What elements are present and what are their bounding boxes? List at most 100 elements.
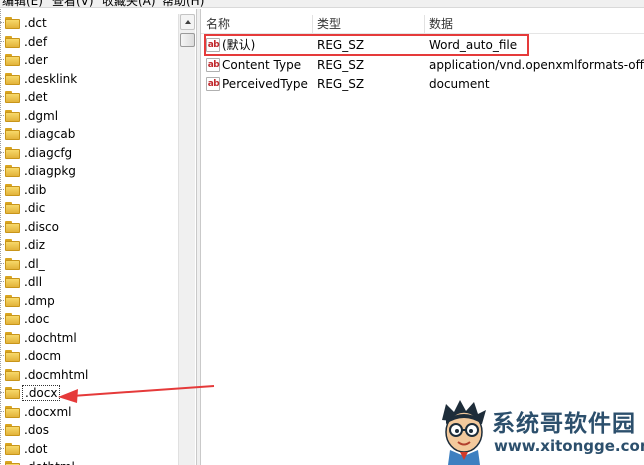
tree-item[interactable]: .disco — [0, 218, 178, 236]
folder-icon — [5, 183, 20, 196]
folder-icon — [5, 165, 20, 177]
tree-connector — [0, 392, 4, 393]
highlight-box-default-value — [204, 34, 529, 56]
tree-connector — [0, 318, 4, 319]
tree-item[interactable]: .diagcab — [0, 125, 178, 143]
scroll-thumb[interactable] — [180, 33, 195, 47]
tree-item-label: .def — [24, 34, 48, 49]
tree-item[interactable]: .diagpkg — [0, 162, 178, 180]
tree-connector — [0, 336, 4, 338]
watermark-title: 系统哥软件园 — [492, 411, 636, 437]
tree-connector — [0, 281, 4, 282]
folder-icon — [5, 387, 20, 399]
tree-item-label: .diz — [24, 238, 46, 252]
tree-item[interactable]: .dothtml — [0, 458, 178, 465]
menu-view[interactable]: 查看(V) — [52, 0, 94, 8]
watermark: 系统哥软件园 www.xitongge.com — [436, 398, 644, 465]
tree-vertical-scrollbar[interactable] — [178, 14, 195, 465]
tree-item[interactable]: .docm — [0, 347, 178, 365]
tree-item-label: .dothtml — [24, 460, 75, 465]
tree-item[interactable]: .def — [0, 33, 178, 51]
tree-item-label: .docx — [22, 385, 61, 401]
column-header-data[interactable]: 数据 — [429, 15, 453, 33]
tree-item[interactable]: .dot — [0, 440, 178, 458]
tree-item-label: .desklink — [24, 71, 78, 86]
registry-key-tree[interactable]: .dct .def .der .desklink .det .dgml .diagcab .d… — [0, 9, 196, 465]
tree-item[interactable]: .docx — [0, 384, 178, 402]
folder-icon — [5, 54, 20, 66]
tree-item[interactable]: .dll — [0, 273, 178, 291]
string-value-icon: ab — [206, 77, 220, 91]
tree-connector — [0, 96, 4, 97]
column-separator[interactable] — [424, 15, 425, 33]
tree-item[interactable]: .dgml — [0, 107, 178, 125]
folder-icon — [5, 276, 20, 288]
tree-item[interactable]: .diz — [0, 236, 178, 254]
tree-item-label: .dic — [24, 201, 46, 215]
tree-connector — [0, 170, 4, 171]
folder-icon — [5, 313, 20, 325]
folder-icon — [5, 239, 20, 251]
tree-item-label: .dot — [24, 441, 48, 456]
tree-item[interactable]: .det — [0, 88, 178, 106]
tree-item[interactable]: .dmp — [0, 292, 178, 310]
value-row[interactable]: ab PerceivedType REG_SZ document — [201, 75, 644, 94]
menu-edit[interactable]: 编辑(E) — [2, 0, 43, 8]
value-type: REG_SZ — [317, 77, 365, 91]
scroll-up-arrow-icon[interactable] — [180, 14, 195, 30]
folder-icon — [5, 405, 20, 418]
tree-item-label: .dos — [24, 423, 50, 437]
tree-item[interactable]: .dib — [0, 181, 178, 199]
folder-icon — [5, 17, 20, 29]
folder-icon — [5, 109, 20, 122]
value-data: application/vnd.openxmlformats-officed — [429, 58, 644, 72]
tree-item[interactable]: .dochtml — [0, 329, 178, 347]
folder-icon — [5, 461, 20, 465]
tree-connector — [0, 188, 4, 190]
tree-item-label: .dgml — [24, 108, 59, 123]
tree-item[interactable]: .desklink — [0, 70, 178, 88]
registry-values-pane[interactable]: 名称 类型 数据 ab (默认) REG_SZ Word_auto_file a… — [201, 9, 644, 465]
value-data: document — [429, 77, 490, 91]
column-header-name[interactable]: 名称 — [206, 15, 230, 33]
folder-icon — [5, 424, 20, 436]
tree-item-label: .der — [24, 53, 48, 67]
tree-item-label: .dl_ — [24, 256, 45, 271]
folder-icon — [5, 35, 20, 48]
tree-connector — [0, 207, 4, 208]
folder-icon — [5, 72, 20, 85]
tree-connector — [0, 59, 4, 60]
tree-connector — [0, 262, 4, 264]
folder-icon — [5, 368, 20, 381]
watermark-url: www.xitongge.com — [494, 437, 644, 455]
tree-item[interactable]: .dct — [0, 14, 178, 32]
tree-item[interactable]: .dl_ — [0, 255, 178, 273]
tree-item[interactable]: .der — [0, 51, 178, 69]
folder-icon — [5, 257, 20, 270]
value-name: Content Type — [222, 58, 302, 72]
tree-item[interactable]: .docxml — [0, 403, 178, 421]
tree-connector — [0, 244, 4, 245]
tree-item[interactable]: .diagcfg — [0, 144, 178, 162]
tree-connector — [0, 22, 4, 23]
tree-item-label: .dochtml — [24, 330, 77, 345]
folder-icon — [5, 220, 20, 233]
folder-icon — [5, 294, 20, 307]
tree-item[interactable]: .doc — [0, 310, 178, 328]
tree-connector — [0, 429, 4, 430]
value-row[interactable]: ab Content Type REG_SZ application/vnd.o… — [201, 56, 644, 75]
mascot-logo-icon — [442, 400, 486, 465]
column-separator[interactable] — [312, 15, 313, 33]
menu-favorites[interactable]: 收藏夹(A) — [102, 0, 156, 8]
tree-item[interactable]: .dos — [0, 421, 178, 439]
column-header-type[interactable]: 类型 — [317, 15, 341, 33]
tree-item-label: .dct — [24, 16, 47, 30]
folder-icon — [5, 91, 20, 103]
tree-connector — [0, 299, 4, 301]
tree-item[interactable]: .dic — [0, 199, 178, 217]
tree-item-label: .dmp — [24, 293, 55, 308]
tree-item[interactable]: .docmhtml — [0, 366, 178, 384]
folder-icon — [5, 146, 20, 159]
menu-help[interactable]: 帮助(H) — [162, 0, 204, 8]
tree-connector — [0, 410, 4, 412]
